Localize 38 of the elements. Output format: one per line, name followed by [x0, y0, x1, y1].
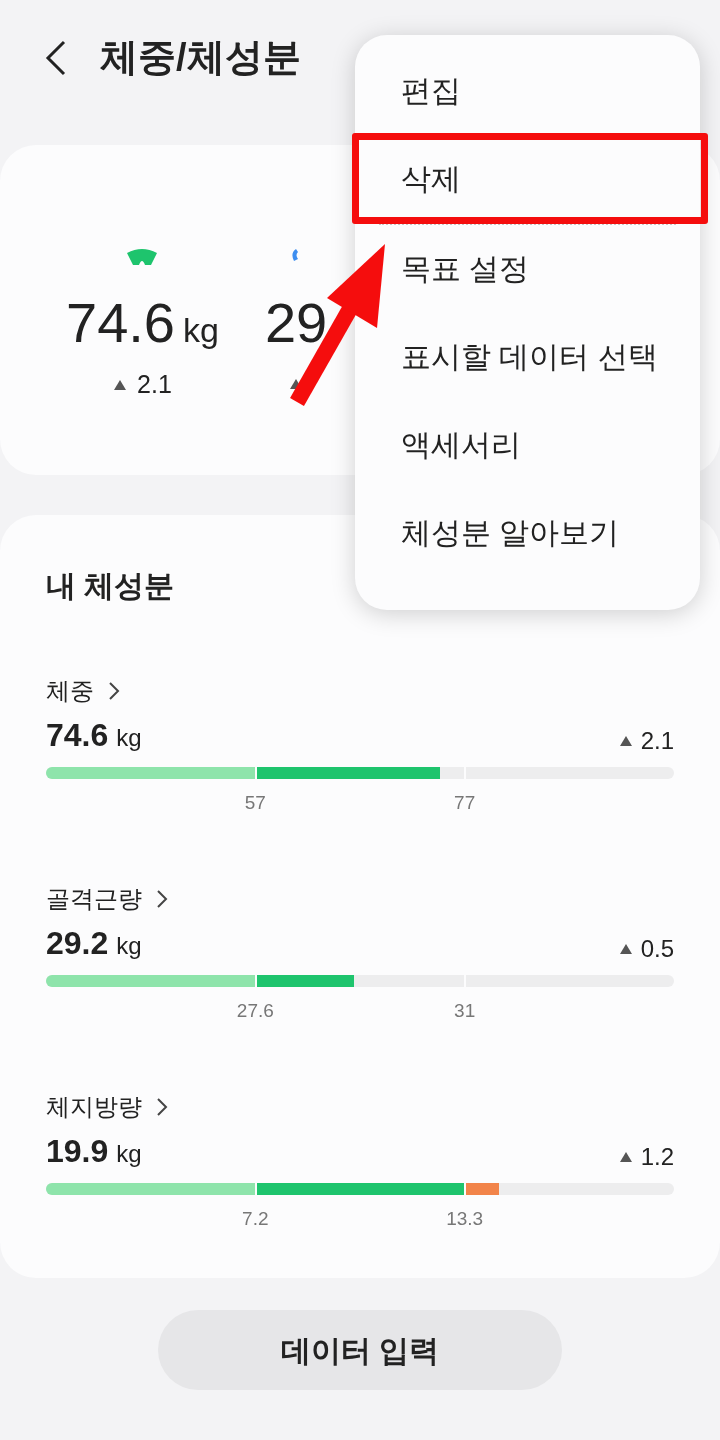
- metric-value: 19.9: [46, 1132, 109, 1171]
- menu-item[interactable]: 액세서리: [401, 427, 521, 463]
- change-value: 2.1: [640, 726, 674, 756]
- metric-value: 29.2: [46, 924, 109, 963]
- menu-item[interactable]: 목표 설정: [401, 251, 530, 287]
- summary-value: 29: [264, 291, 328, 355]
- page-title: 체중/체성분: [100, 35, 301, 80]
- up-triangle-icon: [618, 1151, 633, 1163]
- metric-link[interactable]: 체지방량: [46, 1089, 142, 1125]
- up-triangle-icon: [113, 379, 128, 391]
- tick-label: 27.6: [236, 999, 274, 1023]
- section-title: 내 체성분: [46, 567, 176, 604]
- metric-link[interactable]: 골격근량: [46, 881, 142, 917]
- change-value: 2.1: [137, 369, 172, 401]
- up-triangle-icon: [618, 943, 633, 955]
- chevron-right-icon: [108, 681, 120, 701]
- menu-item[interactable]: 체성분 알아보기: [401, 515, 620, 551]
- unit-label: kg: [116, 931, 142, 961]
- tick-label: 57: [244, 791, 266, 815]
- change-value: 1.2: [640, 1142, 674, 1172]
- unit-label: kg: [116, 1139, 142, 1169]
- unit-label: kg: [183, 310, 219, 351]
- chevron-right-icon: [156, 1097, 168, 1117]
- metric-link[interactable]: 체중: [46, 673, 94, 709]
- menu-item[interactable]: 표시할 데이터 선택: [401, 339, 658, 375]
- unit-label: kg: [116, 723, 142, 753]
- tick-label: 31: [454, 999, 476, 1023]
- tick-label: 13.3: [446, 1207, 484, 1231]
- data-entry-button[interactable]: 데이터 입력: [158, 1310, 562, 1390]
- summary-value: 74.6: [66, 291, 175, 355]
- menu-item[interactable]: 삭제: [401, 161, 461, 197]
- tick-label: 7.2: [242, 1207, 269, 1231]
- tick-label: 77: [454, 791, 476, 815]
- menu-item[interactable]: 편집: [401, 73, 461, 109]
- metric-value: 74.6: [46, 716, 109, 755]
- up-triangle-icon: [618, 735, 633, 747]
- change-value: 0.5: [640, 934, 674, 964]
- chevron-right-icon: [156, 889, 168, 909]
